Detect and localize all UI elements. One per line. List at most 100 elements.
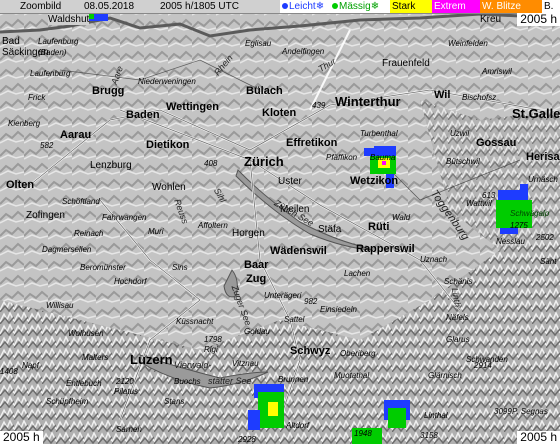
place-label: Linthal [424,411,448,420]
place-label: Rüti [368,221,390,233]
place-label: Weinfelden [448,39,488,48]
place-label: Sarnen [116,425,142,434]
place-label: Beromünster [80,263,126,272]
elevation-label: 2928 [238,435,256,444]
place-label: Küssnacht [176,317,214,326]
place-label: Buochs [174,377,201,386]
place-label: Glärnisch [428,371,462,380]
place-label: Olten [6,179,35,191]
timestamp-bottom-right: 2005 h [517,431,560,444]
place-label: Brunnen [278,375,309,384]
place-label: Dagmersellen [42,245,92,254]
place-label: Laufenburg (Baden) [38,37,79,57]
place-label: Pfäffikon [326,153,358,162]
elevation-label: 1948 [354,429,372,438]
legend-extrem: Extrem [432,0,480,13]
place-label: Wald [392,213,411,222]
place-label: Bischofsz [462,93,497,102]
place-label: Sattel [284,315,305,324]
date-label: 08.05.2018 [84,1,135,12]
place-label: Sänt [540,257,557,266]
place-label: Oberiberg [340,349,376,358]
elevation-label: 439 [312,101,326,110]
place-label: Zug [246,273,267,285]
place-label: Unterägeri [264,291,302,300]
legend-massig: Mässig❄ [330,0,390,13]
place-label: Napf [22,361,39,370]
place-label: Wolhusen [68,329,104,338]
place-label: Gossau [476,137,517,149]
elevation-label: 582 [40,141,54,150]
place-label: Muotathal [334,371,370,380]
place-label: Fahrwangen [102,213,147,222]
place-label: Luzern [130,352,173,367]
place-label: Eglisau [245,39,272,48]
place-label: Hochdorf [114,277,147,286]
place-label: Glarus [446,335,470,344]
place-label: Horgen [232,228,265,239]
product-label: Zoombild [20,1,62,12]
elevation-label: 1275 [510,221,528,230]
place-label: Waldshut [48,14,90,25]
place-label: Niederweningen [138,77,196,86]
place-label: Stäfa [318,224,342,235]
place-label: Baden [126,109,160,121]
place-label: Laufenburg [30,69,71,78]
place-label: Entlebuch [66,379,102,388]
place-label: Affoltern [198,221,228,230]
elevation-label: 2914 [474,361,492,370]
place-label: Wädenswil [270,245,327,257]
place-label: Rigi [204,345,218,354]
snowflake-icon: ❄ [370,1,380,12]
legend-stark: Stark [390,0,432,13]
place-label: Schwyz [290,345,331,357]
elevation-label: 1408 [0,367,18,376]
place-label: Brugg [92,85,125,97]
place-label: Schöftland [62,197,100,206]
place-label: Wettingen [166,101,219,113]
elevation-label: 408 [204,159,218,168]
place-label: Winterthur [335,94,401,109]
place-label: Rapperswil [356,243,415,255]
place-label: Wil [434,89,451,101]
place-label: Altdorf [286,421,310,430]
elevation-label: 1798 [204,335,222,344]
elevation-label: 2120 [116,377,134,386]
place-label: Wetzikon [350,175,399,187]
place-label: Herisau [526,151,560,163]
place-label: Amriswil [482,67,512,76]
legend-dot-icon [282,3,288,9]
place-label: Schänis [444,277,473,286]
place-label: Stans [164,397,185,406]
place-label: St.Gallen [512,106,560,121]
place-label: Uster [278,176,302,187]
place-label: Uzwil [450,129,470,138]
place-label: Frauenfeld [382,58,430,69]
place-label: Reinach [74,229,104,238]
timestamp-bottom-left: 2005 h [0,431,43,444]
legend-leicht: Leicht❄ [280,0,330,13]
place-label: P. Segnas [512,407,548,416]
place-label: Wohlen [152,182,186,193]
place-label: Pilatus [114,387,139,396]
elevation-label: 982 [304,297,318,306]
place-label: Effretikon [286,137,338,149]
place-label: Andelfingen [282,47,325,56]
place-label: Baar [244,259,269,271]
place-label: Muri [148,227,164,236]
timestamp-top-right: 2005 h [517,13,560,26]
place-label: Vitznau [232,359,259,368]
place-label: Näfels [446,313,469,322]
place-label: Einsiedeln [320,305,357,314]
place-label: Bauma [370,153,396,162]
place-label: Urnäsch [528,175,558,184]
time-label: 2005 h/1805 UTC [160,1,239,12]
place-label: Goldau [244,327,270,336]
place-label: Dietikon [146,139,190,151]
elevation-label: 2502 [536,233,554,242]
place-label: Aarau [60,129,92,141]
place-label: Bülach [246,85,283,97]
elevation-label: 3158 [420,431,438,440]
place-label: Schwägalp [510,209,550,218]
snowflake-icon: ❄ [315,1,325,12]
